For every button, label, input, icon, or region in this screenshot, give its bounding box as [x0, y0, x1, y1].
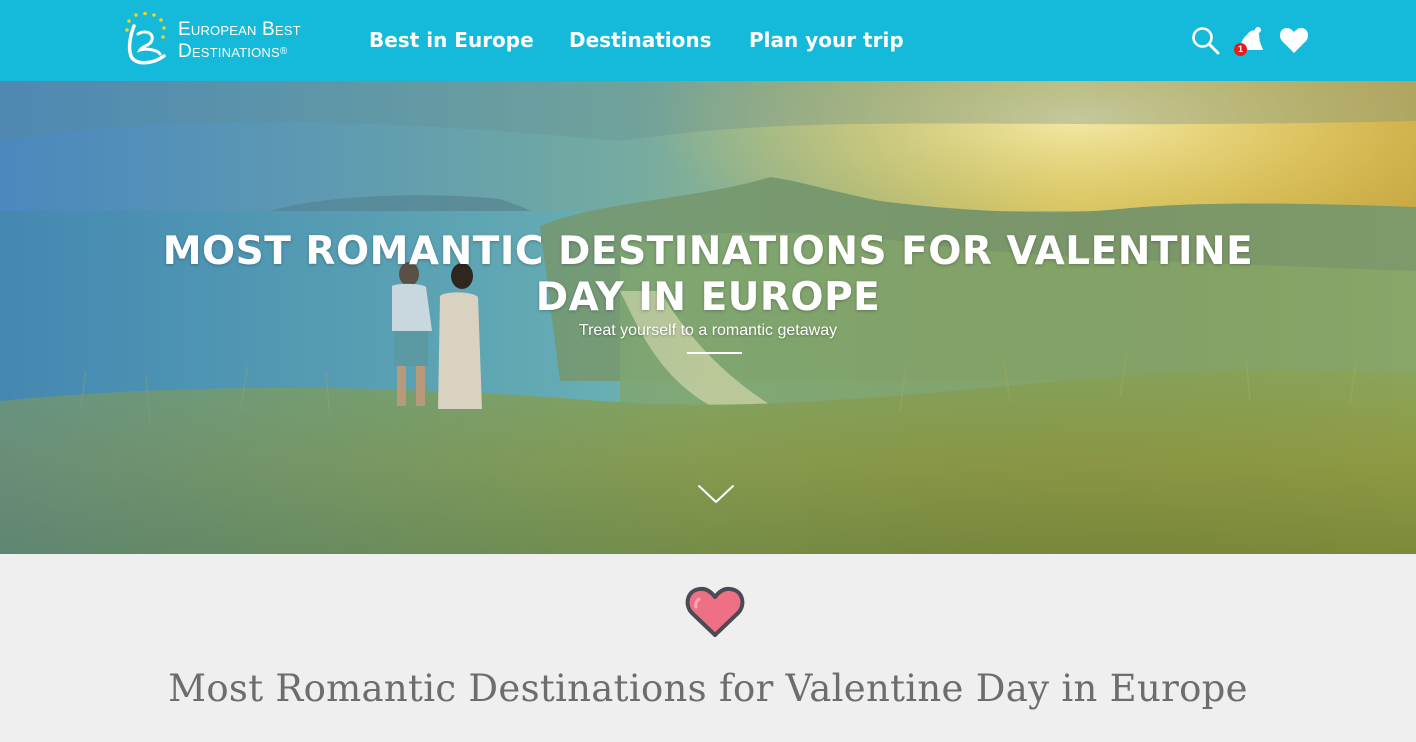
site-logo[interactable]: European Best Destinations®	[124, 12, 334, 70]
hero-banner: MOST ROMANTIC DESTINATIONS FOR VALENTINE…	[0, 81, 1416, 554]
nav-destinations[interactable]: Destinations	[569, 27, 712, 53]
nav-best-in-europe[interactable]: Best in Europe	[369, 27, 534, 53]
hero-title: MOST ROMANTIC DESTINATIONS FOR VALENTINE…	[162, 229, 1254, 320]
search-icon[interactable]	[1191, 26, 1220, 55]
top-navigation-bar: European Best Destinations® Best in Euro…	[0, 0, 1416, 81]
logo-line-2: Destinations®	[178, 41, 301, 63]
heart-icon	[685, 586, 745, 637]
ebd-logo-icon	[125, 12, 166, 65]
nav-plan-your-trip[interactable]: Plan your trip	[749, 27, 904, 53]
hero-subtitle: Treat yourself to a romantic getaway	[578, 322, 838, 339]
registered-mark: ®	[279, 46, 288, 57]
page-title: Most Romantic Destinations for Valentine…	[168, 667, 1248, 710]
notification-badge: 1	[1234, 43, 1247, 56]
chevron-down-icon[interactable]	[696, 483, 736, 505]
heart-icon[interactable]	[1279, 26, 1309, 54]
logo-line-2-text: Destinations	[178, 41, 280, 62]
logo-wordmark: European Best Destinations®	[178, 19, 301, 63]
logo-line-1: European Best	[178, 19, 301, 40]
hero-divider	[687, 352, 742, 354]
